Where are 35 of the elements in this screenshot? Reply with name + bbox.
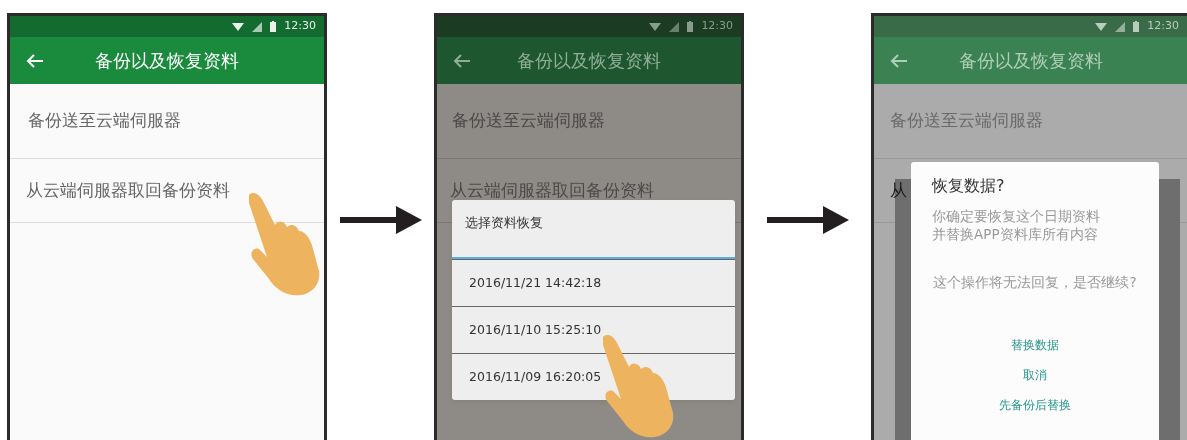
dialog-option[interactable]: 2016/11/10 15:25:10 xyxy=(452,306,736,353)
wifi-icon xyxy=(232,21,245,32)
app-bar-title: 备份以及恢复资料 xyxy=(94,49,240,73)
back-button[interactable] xyxy=(453,53,472,68)
app-bar-title: 备份以及恢复资料 xyxy=(957,49,1104,73)
menu-item[interactable]: 备份送至云端伺服器 xyxy=(890,108,1043,134)
dialog-action[interactable]: 先备份后替换 xyxy=(995,396,1075,415)
status-time: 12:30 xyxy=(1147,18,1179,35)
wifi-icon xyxy=(649,21,662,32)
menu-item[interactable]: 备份送至云端伺服器 xyxy=(452,108,606,134)
battery-icon xyxy=(270,21,277,32)
battery-icon xyxy=(1133,21,1140,32)
dialog-option[interactable]: 2016/11/21 14:42:18 xyxy=(452,259,736,306)
warning-text: 这个操作将无法回复，是否继续? xyxy=(932,273,1138,293)
dialog-action[interactable]: 取消 xyxy=(1019,366,1051,385)
dialog-message: 并替换APP资料库所有内容 xyxy=(931,225,1099,244)
signal-icon xyxy=(252,21,263,32)
app-bar-title: 备份以及恢复资料 xyxy=(516,49,663,73)
status-time: 12:30 xyxy=(284,18,316,35)
back-icon xyxy=(890,53,908,68)
menu-item[interactable]: 备份送至云端伺服器 xyxy=(28,108,181,134)
signal-icon xyxy=(669,21,680,32)
status-time: 12:30 xyxy=(701,18,734,35)
dialog-action[interactable]: 替换数据 xyxy=(1007,336,1063,355)
dialog-title: 选择资料恢复 xyxy=(452,200,736,259)
dialog-message: 你确定要恢复这个日期资料 xyxy=(931,207,1101,226)
back-icon xyxy=(26,53,44,68)
battery-icon xyxy=(687,21,694,32)
back-button[interactable] xyxy=(890,53,908,68)
dialog-option[interactable]: 2016/11/09 16:20:05 xyxy=(452,353,736,400)
wifi-icon xyxy=(1095,21,1108,32)
back-icon xyxy=(453,53,472,68)
menu-item[interactable]: 从云端伺服器取回备份资料 xyxy=(26,177,230,204)
dialog-title: 恢复数据? xyxy=(930,175,1006,197)
signal-icon xyxy=(1115,21,1126,32)
